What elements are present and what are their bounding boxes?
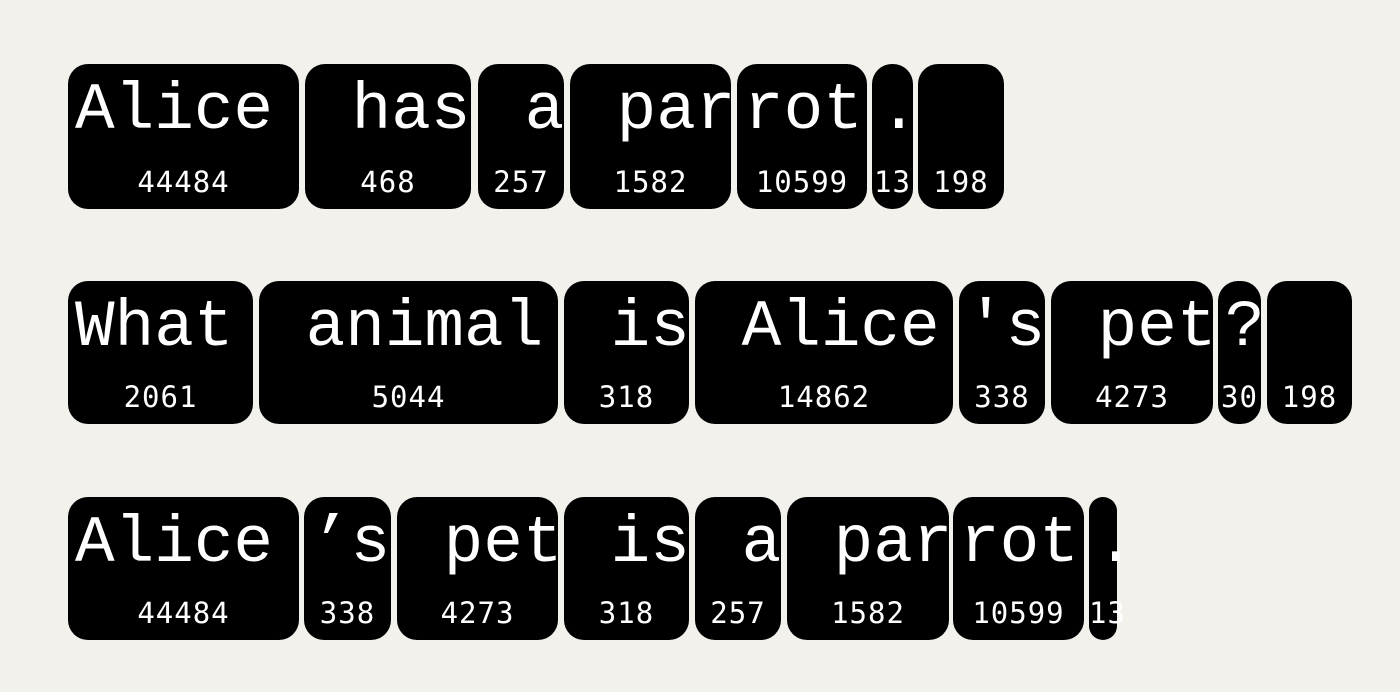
token-box: a 257 bbox=[695, 497, 781, 640]
token-text: pet bbox=[404, 506, 563, 581]
token-box: is 318 bbox=[564, 281, 690, 424]
token-text: a bbox=[485, 73, 565, 148]
token-box: a 257 bbox=[478, 64, 564, 209]
token-box: ? 30 bbox=[1218, 281, 1265, 424]
token-id: 338 bbox=[319, 596, 376, 630]
token-box: rot 10599 bbox=[737, 64, 867, 209]
token-text: Alice bbox=[75, 506, 274, 581]
token-box: 's 338 bbox=[959, 281, 1045, 424]
token-box: par 1582 bbox=[787, 497, 953, 640]
token-text: ? bbox=[1225, 290, 1265, 365]
token-text: is bbox=[571, 290, 690, 365]
token-id: 44484 bbox=[137, 596, 230, 630]
token-box: pet 4273 bbox=[397, 497, 562, 640]
token-box: . 13 bbox=[1089, 497, 1136, 640]
token-id: 318 bbox=[598, 380, 655, 414]
token-box: 198 bbox=[1267, 281, 1352, 424]
token-text: Alice bbox=[702, 290, 940, 365]
token-id: 13 bbox=[874, 165, 911, 199]
token-text: . bbox=[1096, 506, 1136, 581]
token-text: rot bbox=[960, 506, 1079, 581]
token-text: par bbox=[577, 73, 736, 148]
token-id: 4273 bbox=[440, 596, 515, 630]
token-id: 257 bbox=[493, 165, 549, 199]
token-id: 338 bbox=[974, 380, 1030, 414]
token-text: par bbox=[794, 506, 953, 581]
token-box: has 468 bbox=[305, 64, 471, 209]
token-box: rot 10599 bbox=[953, 497, 1084, 640]
token-text: is bbox=[571, 506, 690, 581]
token-text: What bbox=[75, 290, 234, 365]
token-text: a bbox=[702, 506, 782, 581]
token-text: Alice bbox=[75, 73, 274, 148]
token-id: 468 bbox=[360, 165, 416, 199]
token-id: 4273 bbox=[1095, 380, 1169, 414]
token-id: 198 bbox=[1281, 380, 1338, 414]
token-id: 2061 bbox=[123, 380, 198, 414]
token-text: pet bbox=[1058, 290, 1217, 365]
token-box: 198 bbox=[918, 64, 1004, 209]
token-box: pet 4273 bbox=[1051, 281, 1217, 424]
token-text: has bbox=[312, 73, 471, 148]
token-text: . bbox=[879, 73, 919, 148]
token-id: 257 bbox=[710, 596, 766, 630]
token-id: 198 bbox=[933, 165, 989, 199]
token-id: 1582 bbox=[613, 165, 688, 199]
token-id: 13 bbox=[1089, 596, 1126, 630]
token-box: ’s 338 bbox=[304, 497, 391, 640]
token-id: 5044 bbox=[371, 380, 446, 414]
token-text: 's bbox=[966, 290, 1046, 365]
token-id: 10599 bbox=[972, 596, 1065, 630]
token-id: 14862 bbox=[777, 380, 871, 414]
token-box: animal 5044 bbox=[259, 281, 558, 424]
token-id: 44484 bbox=[137, 165, 230, 199]
token-id: 30 bbox=[1221, 380, 1258, 414]
token-box: What 2061 bbox=[68, 281, 253, 424]
token-box: . 13 bbox=[872, 64, 919, 209]
token-id: 318 bbox=[598, 596, 655, 630]
token-id: 1582 bbox=[831, 596, 905, 630]
token-box: Alice 44484 bbox=[68, 64, 299, 209]
token-box: Alice 44484 bbox=[68, 497, 299, 640]
token-box: is 318 bbox=[564, 497, 690, 640]
token-text: rot bbox=[744, 73, 863, 148]
token-text: animal bbox=[266, 290, 544, 365]
token-box: Alice 14862 bbox=[695, 281, 953, 424]
token-text: ’s bbox=[311, 506, 391, 581]
token-id: 10599 bbox=[755, 165, 849, 199]
token-box: par 1582 bbox=[570, 64, 735, 209]
